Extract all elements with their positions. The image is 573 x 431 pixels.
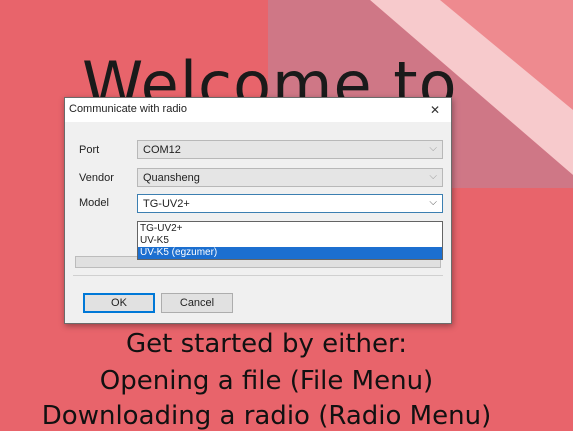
open-file-line: Opening a file (File Menu) (99, 366, 434, 396)
dialog-titlebar: Communicate with radio ✕ (65, 98, 451, 122)
vendor-label: Vendor (79, 172, 114, 184)
model-option[interactable]: TG-UV2+ (138, 223, 442, 235)
model-select[interactable]: TG-UV2+ ⌵ (137, 194, 443, 213)
model-option-selected[interactable]: UV-K5 (egzumer) (138, 247, 442, 259)
model-dropdown-list[interactable]: TG-UV2+ UV-K5 UV-K5 (egzumer) (137, 221, 443, 260)
get-started-line: Get started by either: (126, 329, 407, 359)
dialog-title: Communicate with radio (69, 103, 187, 115)
vendor-value: Quansheng (143, 172, 200, 184)
download-radio-line: Downloading a radio (Radio Menu) (41, 401, 492, 431)
model-value: TG-UV2+ (143, 198, 190, 210)
chevron-down-icon: ⌵ (429, 171, 437, 182)
model-label: Model (79, 197, 109, 209)
chevron-down-icon: ⌵ (429, 197, 437, 208)
port-value: COM12 (143, 144, 181, 156)
ok-button[interactable]: OK (83, 293, 155, 313)
chevron-down-icon: ⌵ (429, 143, 437, 154)
vendor-select[interactable]: Quansheng ⌵ (137, 168, 443, 187)
port-label: Port (79, 144, 100, 156)
model-option[interactable]: UV-K5 (138, 235, 442, 247)
communicate-dialog: Communicate with radio ✕ Port COM12 ⌵ Ve… (64, 97, 452, 324)
port-select[interactable]: COM12 ⌵ (137, 140, 443, 159)
close-icon[interactable]: ✕ (425, 100, 445, 120)
cancel-button[interactable]: Cancel (161, 293, 233, 313)
divider (73, 275, 443, 276)
